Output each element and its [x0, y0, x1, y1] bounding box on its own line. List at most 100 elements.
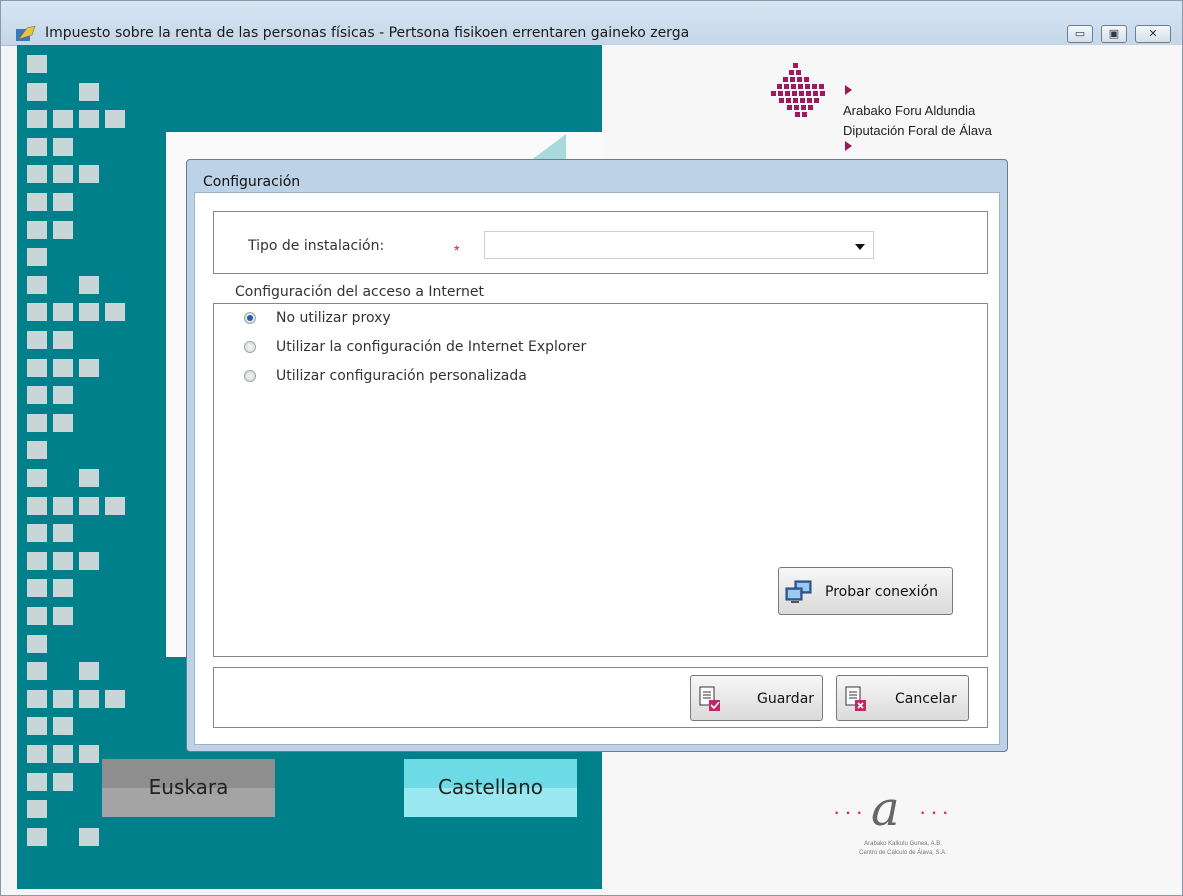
decorative-square	[105, 303, 125, 322]
decorative-square	[27, 800, 47, 819]
decorative-square	[27, 717, 47, 736]
castellano-button[interactable]: Castellano	[404, 759, 577, 817]
close-button[interactable]: ✕	[1135, 25, 1171, 43]
decorative-square	[53, 193, 73, 211]
decorative-square	[27, 358, 47, 377]
save-label: Guardar	[757, 691, 815, 707]
decorative-square	[27, 413, 47, 432]
diputacion-logo-icon	[771, 63, 825, 117]
decorative-square	[79, 689, 99, 708]
decorative-square	[79, 358, 99, 377]
install-type-select[interactable]	[484, 231, 874, 259]
decorative-square	[27, 496, 47, 515]
save-document-icon	[699, 686, 720, 711]
configuration-dialog: Configuración Tipo de instalación: * Con…	[186, 159, 1008, 752]
network-computers-icon	[785, 580, 812, 603]
proxy-group: No utilizar proxy Utilizar la configurac…	[213, 303, 988, 657]
radio-custom-config[interactable]: Utilizar configuración personalizada	[244, 366, 644, 388]
decorative-square	[27, 662, 47, 681]
decorative-square	[27, 827, 47, 846]
decorative-square	[105, 689, 125, 708]
decorative-square	[27, 220, 47, 239]
diputacion-line-1: Arabako Foru Aldundia	[843, 103, 976, 118]
decorative-square	[27, 579, 47, 598]
decorative-square	[53, 689, 73, 708]
test-connection-label: Probar conexión	[825, 584, 938, 600]
radio-no-proxy[interactable]: No utilizar proxy	[244, 308, 544, 330]
radio-unselected-icon[interactable]	[244, 341, 256, 353]
arrow-right-icon	[845, 141, 852, 151]
decorative-square	[79, 469, 99, 487]
decorative-square	[27, 55, 47, 73]
decorative-square	[53, 413, 73, 432]
radio-label: Utilizar la configuración de Internet Ex…	[276, 339, 587, 355]
decorative-square	[27, 110, 47, 129]
decorative-square	[53, 165, 73, 184]
cca-logo: ··· a ··· Arabako Kalkulu Gunea, A.B. Ce…	[833, 781, 973, 861]
decorative-square	[27, 607, 47, 625]
app-window: Impuesto sobre la renta de las personas …	[0, 0, 1183, 896]
decorative-square	[53, 496, 73, 515]
actions-group: Guardar Cancelar	[213, 667, 988, 728]
decorative-square	[53, 331, 73, 349]
decorative-square	[27, 745, 47, 763]
decorative-square	[27, 275, 47, 294]
decorative-square	[79, 496, 99, 515]
decorative-square	[53, 524, 73, 543]
app-icon	[16, 25, 36, 41]
decorative-square	[79, 303, 99, 322]
decorative-square	[53, 386, 73, 405]
cancel-document-icon	[845, 686, 866, 711]
diputacion-line-2: Diputación Foral de Álava	[843, 123, 992, 138]
decorative-square	[27, 165, 47, 184]
decorative-square	[53, 220, 73, 239]
decorative-square	[79, 82, 99, 101]
decorative-square	[53, 772, 73, 791]
decorative-square	[27, 331, 47, 349]
decorative-square	[27, 551, 47, 570]
cca-a-icon: a	[871, 781, 900, 837]
decorative-square	[53, 717, 73, 736]
decorative-square	[53, 607, 73, 625]
radio-unselected-icon[interactable]	[244, 370, 256, 382]
test-connection-button[interactable]: Probar conexión	[778, 567, 953, 615]
decorative-square	[53, 579, 73, 598]
close-icon: ✕	[1148, 27, 1158, 40]
cancel-button[interactable]: Cancelar	[836, 675, 969, 721]
dialog-title: Configuración	[203, 174, 301, 190]
title-bar: Impuesto sobre la renta de las personas …	[1, 1, 1182, 46]
dialog-body: Tipo de instalación: * Configuración del…	[194, 192, 1000, 745]
decorative-square	[27, 524, 47, 543]
decorative-square	[53, 551, 73, 570]
decorative-square	[27, 386, 47, 405]
decorative-square	[79, 662, 99, 681]
euskara-button[interactable]: Euskara	[102, 759, 275, 817]
decorative-square	[27, 469, 47, 487]
decorative-square	[27, 303, 47, 322]
chevron-down-icon[interactable]	[855, 244, 865, 250]
radio-selected-icon[interactable]	[244, 312, 256, 324]
minimize-button[interactable]: ▭	[1067, 25, 1093, 43]
decorative-square	[53, 137, 73, 156]
decorative-square	[27, 634, 47, 653]
decorative-square	[27, 193, 47, 211]
decorative-square	[53, 303, 73, 322]
decorative-square	[27, 689, 47, 708]
decorative-square	[53, 358, 73, 377]
install-type-group: Tipo de instalación: *	[213, 211, 988, 274]
radio-ie-config[interactable]: Utilizar la configuración de Internet Ex…	[244, 337, 644, 359]
cca-line-2: Centro de Cálculo de Álava, S.A.	[859, 850, 947, 856]
decorative-square	[79, 745, 99, 763]
save-button[interactable]: Guardar	[690, 675, 823, 721]
maximize-icon: ▣	[1108, 27, 1120, 40]
decorative-square	[79, 165, 99, 184]
cca-dots-right-icon: ···	[919, 799, 953, 824]
maximize-button[interactable]: ▣	[1101, 25, 1127, 43]
decorative-square	[79, 110, 99, 129]
window-title: Impuesto sobre la renta de las personas …	[45, 25, 690, 41]
decorative-square	[27, 248, 47, 267]
decorative-square	[79, 275, 99, 294]
decorative-square	[53, 745, 73, 763]
install-type-label: Tipo de instalación:	[248, 238, 385, 254]
cancel-label: Cancelar	[895, 691, 957, 707]
